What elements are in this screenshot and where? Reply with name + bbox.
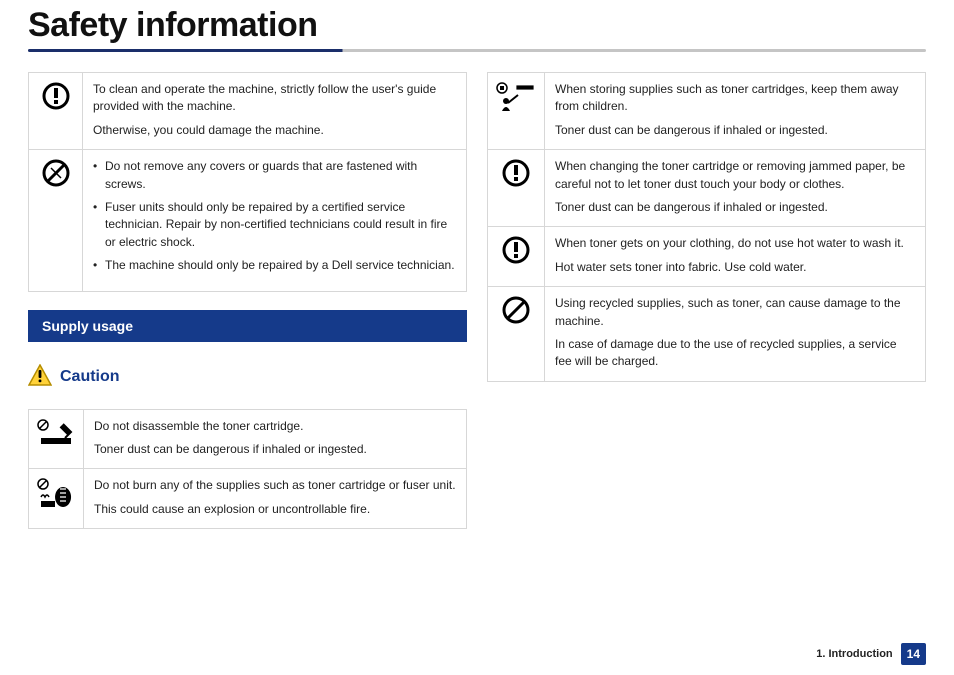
cell-text: Using recycled supplies, such as toner, … xyxy=(545,287,926,382)
paragraph: Toner dust can be dangerous if inhaled o… xyxy=(94,441,456,458)
cell-text: Do not disassemble the toner cartridge. … xyxy=(84,409,467,469)
right-table: When storing supplies such as toner cart… xyxy=(487,72,926,382)
exclaim-circle-icon xyxy=(29,73,83,150)
list-item: Fuser units should only be repaired by a… xyxy=(93,199,456,251)
section-header: Supply usage xyxy=(28,310,467,342)
table-row: When changing the toner cartridge or rem… xyxy=(488,150,926,227)
paragraph: Toner dust can be dangerous if inhaled o… xyxy=(555,199,915,216)
table-row: When toner gets on your clothing, do not… xyxy=(488,227,926,287)
disassemble-cartridge-icon xyxy=(29,409,84,469)
bottom-left-table: Do not disassemble the toner cartridge. … xyxy=(28,409,467,530)
prohibit-tools-icon xyxy=(29,150,83,291)
top-left-table: To clean and operate the machine, strict… xyxy=(28,72,467,292)
cell-text: When changing the toner cartridge or rem… xyxy=(545,150,926,227)
list-item: The machine should only be repaired by a… xyxy=(93,257,456,274)
paragraph: In case of damage due to the use of recy… xyxy=(555,336,915,371)
right-column: When storing supplies such as toner cart… xyxy=(487,72,926,543)
paragraph: Using recycled supplies, such as toner, … xyxy=(555,295,915,330)
list-item: Do not remove any covers or guards that … xyxy=(93,158,456,193)
left-column: To clean and operate the machine, strict… xyxy=(28,72,467,543)
cell-text: When toner gets on your clothing, do not… xyxy=(545,227,926,287)
table-row: Do not disassemble the toner cartridge. … xyxy=(29,409,467,469)
paragraph: When toner gets on your clothing, do not… xyxy=(555,235,915,252)
keep-away-child-icon xyxy=(488,73,545,150)
cell-text: Do not burn any of the supplies such as … xyxy=(84,469,467,529)
exclaim-circle-icon xyxy=(488,150,545,227)
content-columns: To clean and operate the machine, strict… xyxy=(28,72,926,543)
paragraph: When storing supplies such as toner cart… xyxy=(555,81,915,116)
paragraph: Otherwise, you could damage the machine. xyxy=(93,122,456,139)
caution-heading: Caution xyxy=(28,364,467,391)
bullet-list: Do not remove any covers or guards that … xyxy=(93,158,456,274)
page-number: 14 xyxy=(901,643,926,665)
paragraph: Hot water sets toner into fabric. Use co… xyxy=(555,259,915,276)
paragraph: Do not burn any of the supplies such as … xyxy=(94,477,456,494)
paragraph: Toner dust can be dangerous if inhaled o… xyxy=(555,122,915,139)
page-footer: 1. Introduction 14 xyxy=(816,643,926,665)
warning-triangle-icon xyxy=(28,364,52,391)
cell-text: Do not remove any covers or guards that … xyxy=(83,150,467,291)
cell-text: When storing supplies such as toner cart… xyxy=(545,73,926,150)
table-row: To clean and operate the machine, strict… xyxy=(29,73,467,150)
title-underline xyxy=(28,49,926,52)
paragraph: Do not disassemble the toner cartridge. xyxy=(94,418,456,435)
prohibit-circle-icon xyxy=(488,287,545,382)
caution-label: Caution xyxy=(60,368,120,386)
table-row: When storing supplies such as toner cart… xyxy=(488,73,926,150)
paragraph: When changing the toner cartridge or rem… xyxy=(555,158,915,193)
paragraph: To clean and operate the machine, strict… xyxy=(93,81,456,116)
burn-cartridge-icon xyxy=(29,469,84,529)
table-row: Do not burn any of the supplies such as … xyxy=(29,469,467,529)
table-row: Do not remove any covers or guards that … xyxy=(29,150,467,291)
cell-text: To clean and operate the machine, strict… xyxy=(83,73,467,150)
page-title: Safety information xyxy=(28,0,926,49)
table-row: Using recycled supplies, such as toner, … xyxy=(488,287,926,382)
exclaim-circle-icon xyxy=(488,227,545,287)
paragraph: This could cause an explosion or uncontr… xyxy=(94,501,456,518)
chapter-label: 1. Introduction xyxy=(816,648,892,660)
